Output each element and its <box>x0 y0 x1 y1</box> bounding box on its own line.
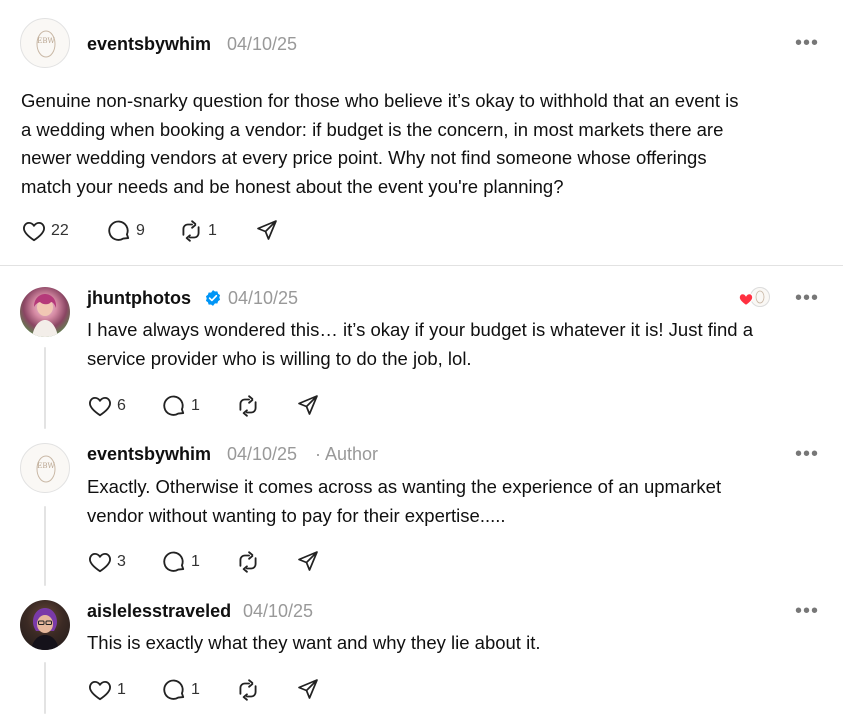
reply-body: I have always wondered this… it’s okay i… <box>87 316 827 373</box>
reply-count: 1 <box>191 397 200 414</box>
like-count: 22 <box>51 222 69 239</box>
reply-username[interactable]: aislelesstraveled <box>87 601 231 622</box>
share-button[interactable] <box>296 393 320 417</box>
avatar-monogram: EBW <box>37 462 55 470</box>
ebw-logo-icon: EBW <box>36 30 56 58</box>
repost-button[interactable] <box>235 549 261 575</box>
like-button[interactable]: 22 <box>21 218 69 244</box>
avatar[interactable]: EBW <box>20 443 70 493</box>
share-button[interactable] <box>296 677 320 701</box>
comment-icon <box>108 220 130 241</box>
post-body-line: newer wedding vendors at every price poi… <box>21 147 707 168</box>
share-button[interactable] <box>255 218 279 242</box>
thread-line <box>44 347 46 429</box>
repost-icon <box>239 679 257 701</box>
profile-photo <box>32 294 58 337</box>
reply-body-line: I have always wondered this… it’s okay i… <box>87 319 753 340</box>
more-icon[interactable]: ••• <box>795 288 819 308</box>
more-icon[interactable]: ••• <box>795 601 819 621</box>
heart-icon <box>23 221 45 242</box>
heart-icon <box>89 396 111 417</box>
post-date[interactable]: 04/10/25 <box>227 34 297 55</box>
ebw-logo-icon: EBW <box>36 455 56 483</box>
share-icon <box>298 679 318 699</box>
reply-username[interactable]: eventsbywhim <box>87 444 211 465</box>
share-button[interactable] <box>296 549 320 573</box>
thread-line <box>44 506 46 586</box>
author-liked-indicator <box>738 287 772 314</box>
comment-icon <box>163 395 185 416</box>
repost-button[interactable] <box>235 677 261 703</box>
author-liked-icon <box>738 287 770 307</box>
post-body-line: Genuine non-snarky question for those wh… <box>21 90 739 111</box>
reply-count: 1 <box>191 553 200 570</box>
post-username[interactable]: eventsbywhim <box>87 34 211 55</box>
reply-button[interactable]: 1 <box>161 677 200 703</box>
reply-username[interactable]: jhuntphotos <box>87 288 191 309</box>
repost-icon <box>239 551 257 573</box>
avatar[interactable] <box>20 600 70 650</box>
reply-date[interactable]: 04/10/25 <box>243 601 313 622</box>
reply-button[interactable]: 1 <box>161 393 200 419</box>
avatar[interactable] <box>20 287 70 337</box>
profile-photo <box>31 608 59 650</box>
repost-icon <box>182 220 200 242</box>
heart-icon <box>89 552 111 573</box>
reply-body: Exactly. Otherwise it comes across as wa… <box>87 473 827 530</box>
post-body-line: a wedding when booking a vendor: if budg… <box>21 118 724 140</box>
repost-button[interactable]: 1 <box>178 218 217 244</box>
reply-button[interactable]: 1 <box>161 549 200 575</box>
repost-count: 1 <box>208 222 217 239</box>
avatar[interactable]: EBW <box>20 18 70 68</box>
share-icon <box>257 220 277 240</box>
repost-icon <box>239 395 257 417</box>
post-body-line: match your needs and be honest about the… <box>21 175 564 197</box>
like-count: 1 <box>117 681 126 698</box>
post-body: Genuine non-snarky question for those wh… <box>21 87 831 201</box>
avatar-monogram: EBW <box>37 37 55 45</box>
reply-date[interactable]: 04/10/25 <box>228 288 298 309</box>
reply-body: This is exactly what they want and why t… <box>87 629 827 658</box>
reply-body-line: Exactly. Otherwise it comes across as wa… <box>87 476 722 497</box>
like-button[interactable]: 3 <box>87 549 126 575</box>
like-button[interactable]: 6 <box>87 393 126 419</box>
like-button[interactable]: 1 <box>87 677 126 703</box>
more-icon[interactable]: ••• <box>795 444 819 464</box>
like-count: 3 <box>117 553 126 570</box>
reply-button[interactable]: 9 <box>106 218 145 244</box>
verified-badge-icon <box>204 289 222 312</box>
comment-icon <box>163 551 185 572</box>
more-icon[interactable]: ••• <box>795 33 819 53</box>
reply-date[interactable]: 04/10/25 <box>227 444 297 465</box>
reply-body-line: This is exactly what they want and why t… <box>87 632 541 653</box>
author-tag: · Author <box>315 444 379 464</box>
comment-icon <box>163 679 185 700</box>
reply-count: 9 <box>136 222 145 239</box>
reply-count: 1 <box>191 681 200 698</box>
share-icon <box>298 395 318 415</box>
reply-body-line: service provider who is willing to do th… <box>87 347 472 369</box>
heart-icon <box>89 680 111 701</box>
repost-button[interactable] <box>235 393 261 419</box>
reply-body-line: vendor without wanting to pay for their … <box>87 504 506 526</box>
divider <box>0 265 843 266</box>
share-icon <box>298 551 318 571</box>
like-count: 6 <box>117 397 126 414</box>
thread-line <box>44 662 46 714</box>
